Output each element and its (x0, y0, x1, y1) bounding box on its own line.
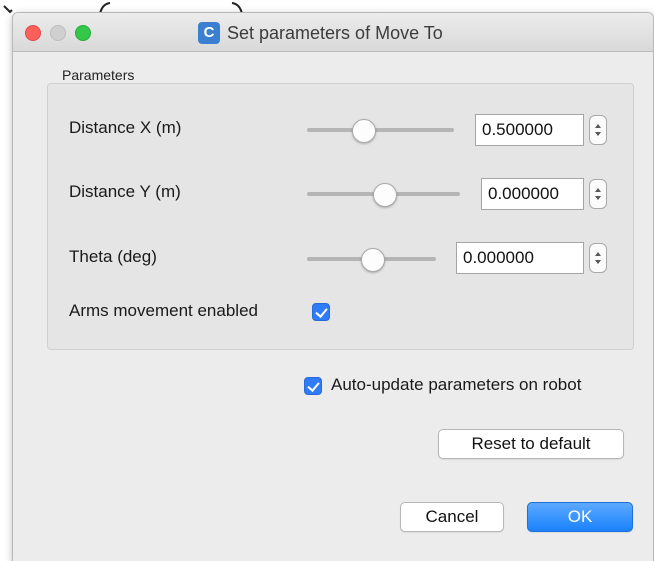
checkmark-icon (315, 305, 328, 318)
cancel-button[interactable]: Cancel (400, 502, 504, 532)
distance-x-slider-handle[interactable] (351, 119, 376, 143)
distance-y-input[interactable]: 0.000000 (481, 178, 584, 210)
auto-update-checkbox[interactable] (304, 377, 322, 395)
theta-input[interactable]: 0.000000 (456, 242, 584, 274)
minimize-window-icon[interactable] (50, 25, 66, 41)
stepper-up-icon[interactable] (595, 124, 601, 128)
parameters-group: Distance X (m) 0.500000 Distance Y (m) 0… (47, 83, 634, 350)
stepper-up-icon[interactable] (595, 252, 601, 256)
arms-movement-label: Arms movement enabled (69, 301, 258, 320)
window-title: Set parameters of Move To (227, 23, 443, 43)
stepper-up-icon[interactable] (595, 188, 601, 192)
distance-y-stepper[interactable] (589, 179, 607, 209)
arms-movement-checkbox[interactable] (312, 303, 330, 321)
theta-slider-handle[interactable] (360, 248, 385, 272)
zoom-window-icon[interactable] (75, 25, 91, 41)
distance-x-slider[interactable] (307, 128, 454, 132)
theta-stepper[interactable] (589, 243, 607, 273)
close-window-icon[interactable] (25, 25, 41, 41)
reset-to-default-button[interactable]: Reset to default (438, 429, 624, 459)
auto-update-label[interactable]: Auto-update parameters on robot (331, 375, 581, 395)
ok-button[interactable]: OK (527, 502, 633, 532)
parameters-group-title: Parameters (62, 67, 135, 83)
theta-label: Theta (deg) (69, 247, 157, 266)
screen: C Set parameters of Move To Parameters D… (0, 0, 654, 561)
distance-x-input[interactable]: 0.500000 (475, 114, 584, 146)
stepper-down-icon[interactable] (595, 196, 601, 200)
distance-y-label: Distance Y (m) (69, 182, 181, 201)
dialog-window: C Set parameters of Move To Parameters D… (12, 12, 654, 561)
distance-y-slider-handle[interactable] (372, 183, 397, 207)
stepper-down-icon[interactable] (595, 132, 601, 136)
app-icon: C (198, 22, 220, 44)
distance-x-label: Distance X (m) (69, 118, 182, 137)
checkmark-icon (307, 379, 320, 392)
title-bar[interactable]: C Set parameters of Move To (13, 13, 653, 52)
stepper-down-icon[interactable] (595, 260, 601, 264)
distance-x-stepper[interactable] (589, 115, 607, 145)
